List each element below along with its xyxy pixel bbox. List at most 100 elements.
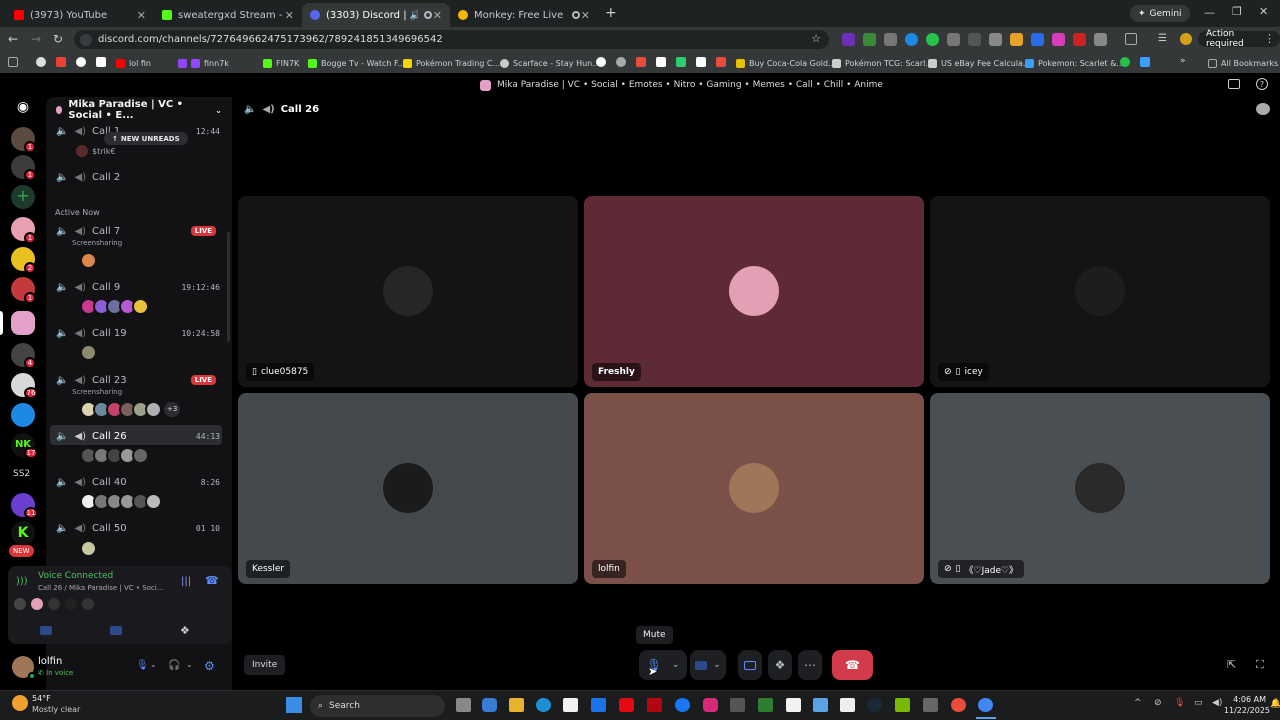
extension-icon[interactable] [863,33,876,46]
popout-icon[interactable]: ⇱ [1227,658,1236,671]
headphones-icon[interactable]: 🎧 [168,660,180,671]
bookmark-star-icon[interactable]: ☆ [811,32,821,45]
bookmark-item[interactable]: Pokemon: Scarlet &... [1025,56,1124,70]
bookmark-icon[interactable] [716,57,726,67]
participant-tile[interactable]: lolfin [584,393,924,584]
tab-search-icon[interactable]: ☰ [1158,33,1167,44]
back-icon[interactable]: ← [8,32,18,46]
mute-button-group[interactable]: 🎙 ⌄ [639,650,687,680]
scrollbar-thumb[interactable] [227,232,230,342]
facebook-icon[interactable] [675,698,690,712]
browser-tab-active[interactable]: (3303) Discord | 🔊 Call 2 ✕ [302,3,450,27]
restore-icon[interactable]: ❐ [1232,5,1242,18]
voice-channel-call-7[interactable]: 🔈 ◀) Call 7 LIVE [46,221,232,241]
app-icon[interactable] [730,698,745,712]
server-header[interactable]: Mika Paradise | VC • Social • E... ⌄ [56,99,232,121]
chat-bubble-icon[interactable] [1256,103,1270,115]
server-icon[interactable] [11,403,35,427]
avatar[interactable] [80,344,97,361]
kick-server-icon[interactable]: K [11,521,35,545]
noise-suppression-icon[interactable]: ||| [181,576,191,587]
kebab-menu-icon[interactable]: ⋮ [1264,32,1275,45]
bookmark-item[interactable]: lol fin [116,56,151,70]
avatar[interactable] [80,540,97,557]
extension-icon[interactable] [968,33,981,46]
bookmark-item[interactable]: finn7k [178,56,229,70]
close-tab-icon[interactable]: ✕ [137,9,146,22]
extension-icon[interactable] [926,33,939,46]
extension-icon[interactable] [884,33,897,46]
avatar[interactable] [132,298,149,315]
gemini-button[interactable]: ✦ Gemini [1130,5,1190,22]
taskbar-search[interactable]: ⌕ Search [310,695,445,717]
clock-date[interactable]: 11/22/2025 [1222,706,1270,715]
fullscreen-icon[interactable]: ⛶ [1256,658,1264,672]
extensions-puzzle-icon[interactable] [1094,33,1107,46]
server-icon-mika-paradise[interactable] [11,311,35,335]
address-bar[interactable]: discord.com/channels/727649662475173962/… [74,30,829,49]
chrome-icon[interactable] [978,698,993,712]
bookmark-icon[interactable] [596,57,606,67]
netflix-icon[interactable] [647,698,662,712]
browser-tab[interactable]: Monkey: Free Live Video C ✕ [450,3,598,27]
tiktok-icon[interactable] [840,698,855,712]
bookmark-icon[interactable] [616,57,626,67]
microphone-tray-icon[interactable]: 🎙 [1174,698,1185,708]
apps-grid-icon[interactable] [8,57,18,67]
chevron-down-icon[interactable]: ⌄ [672,660,680,670]
avatar[interactable] [145,493,162,510]
edge-icon[interactable] [536,698,551,712]
reload-icon[interactable]: ↻ [53,32,63,46]
bookmark-item[interactable]: Buy Coca-Cola Gold... [736,56,836,70]
participant-tile-speaking[interactable]: Freshly [584,196,924,387]
disconnect-call-button[interactable]: ☎ [832,650,873,680]
participant-tile[interactable]: ⊘ ▯ 《♡Jade♡》 [930,393,1270,584]
extension-icon[interactable] [989,33,1002,46]
nvidia-icon[interactable] [895,698,910,712]
extension-icon[interactable] [842,33,855,46]
new-tab-button[interactable]: + [605,5,617,21]
bookmark-icon[interactable] [636,57,646,67]
voice-user[interactable]: $trik€ [76,145,115,157]
amazon-icon[interactable] [786,698,801,712]
avatar[interactable] [14,598,26,610]
bookmark-icon[interactable] [696,57,706,67]
voice-channel-call-2[interactable]: 🔈 ◀) Call 2 [46,167,232,187]
help-icon[interactable]: ? [1256,78,1268,90]
extension-icon[interactable] [947,33,960,46]
chevron-up-icon[interactable]: ^ [1134,698,1142,708]
server-label[interactable]: SS2 [13,469,30,479]
app-icon[interactable] [813,698,828,712]
inbox-icon[interactable] [1228,79,1240,89]
instagram-icon[interactable] [703,698,718,712]
minimize-icon[interactable]: — [1204,6,1215,19]
close-tab-icon[interactable]: ✕ [581,9,590,22]
notification-bell-icon[interactable]: 🔔 [1270,699,1280,709]
avatar[interactable] [48,598,60,610]
activities-button[interactable]: ❖ [768,650,792,680]
disconnect-icon[interactable]: ☎ [205,574,219,587]
bookmark-icon[interactable] [1140,57,1150,67]
voice-channel-call-9[interactable]: 🔈 ◀) Call 9 19:12:46 [46,277,232,297]
signal-strength-icon[interactable]: ))) [16,576,28,587]
chevron-down-icon[interactable]: ⌄ [713,660,721,670]
chevron-down-icon[interactable]: ⌄ [186,660,193,669]
avatar[interactable] [80,252,97,269]
chevron-down-icon[interactable]: ⌄ [150,660,157,669]
participant-tile[interactable]: ▯ clue05875 [238,196,578,387]
avatar[interactable] [82,598,94,610]
activities-icon[interactable]: ❖ [180,624,190,637]
voice-channel-call-23[interactable]: 🔈 ◀) Call 23 LIVE [46,370,232,390]
more-users-count[interactable]: +3 [164,402,181,417]
bookmark-item[interactable]: Scarface - Stay Hun... [500,56,600,70]
bookmark-icon[interactable] [36,57,46,67]
steam-icon[interactable] [867,698,882,712]
microphone-icon[interactable]: 🎙 [136,660,149,671]
more-bookmarks-icon[interactable]: » [1180,56,1186,66]
voice-channel-call-26[interactable]: 🔈 ◀) Call 26 44:13 [46,426,232,446]
voice-channel-path[interactable]: Call 26 / Mika Paradise | VC • Soci... [38,584,163,592]
copilot-icon[interactable] [482,698,497,712]
bookmark-item[interactable]: US eBay Fee Calcula... [928,56,1031,70]
site-info-icon[interactable] [80,34,92,46]
avatar[interactable] [31,598,43,610]
